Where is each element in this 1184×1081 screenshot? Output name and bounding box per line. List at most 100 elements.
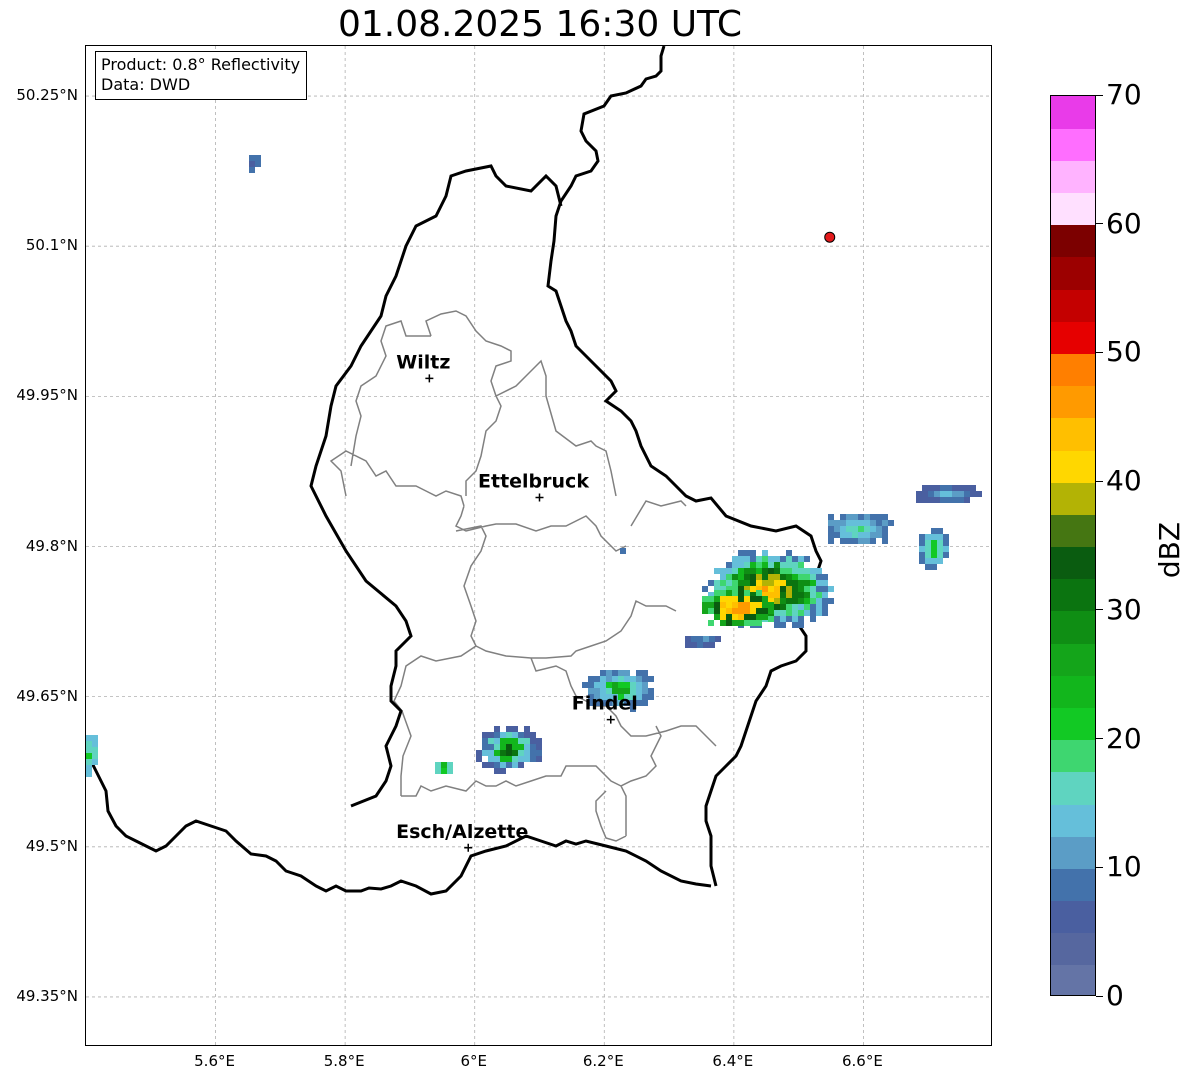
- reflectivity-cell: [494, 762, 500, 768]
- reflectivity-cell: [840, 532, 846, 538]
- reflectivity-cell: [642, 700, 648, 706]
- colorbar-segment: [1051, 803, 1095, 837]
- reflectivity-cell: [780, 610, 786, 616]
- reflectivity-cell: [928, 497, 934, 503]
- colorbar-tick-label: 20: [1106, 721, 1142, 755]
- reflectivity-cell: [768, 568, 774, 574]
- reflectivity-cell: [488, 762, 494, 768]
- gridlines: [86, 46, 991, 1045]
- reflectivity-cell: [762, 586, 768, 592]
- reflectivity-cell: [943, 546, 949, 552]
- reflectivity-cell: [925, 552, 931, 558]
- reflectivity-cell: [940, 497, 946, 503]
- reflectivity-cell: [846, 520, 852, 526]
- reflectivity-cell: [834, 526, 840, 532]
- reflectivity-cell: [774, 604, 780, 610]
- reflectivity-cell: [488, 756, 494, 762]
- reflectivity-cell: [798, 616, 804, 622]
- reflectivity-cell: [441, 768, 447, 774]
- city-cross-icon: [606, 715, 615, 724]
- reflectivity-cell: [786, 574, 792, 580]
- reflectivity-cell: [828, 520, 834, 526]
- reflectivity-cell: [870, 526, 876, 532]
- reflectivity-cell: [934, 497, 940, 503]
- reflectivity-cell: [810, 616, 816, 622]
- reflectivity-cell: [708, 596, 714, 602]
- reflectivity-cell: [768, 580, 774, 586]
- reflectivity-cell: [816, 586, 822, 592]
- reflectivity-cell: [786, 556, 792, 562]
- reflectivity-cell: [732, 580, 738, 586]
- reflectivity-cell: [536, 738, 542, 744]
- reflectivity-cell: [762, 568, 768, 574]
- reflectivity-cell: [512, 732, 518, 738]
- colorbar: [1050, 95, 1096, 996]
- reflectivity-cell: [494, 738, 500, 744]
- reflectivity-cell: [931, 528, 937, 534]
- reflectivity-cell: [864, 520, 870, 526]
- reflectivity-cell: [792, 556, 798, 562]
- reflectivity-cell: [726, 590, 732, 596]
- reflectivity-cell: [606, 676, 612, 682]
- reflectivity-cell: [512, 756, 518, 762]
- reflectivity-cell: [518, 756, 524, 762]
- reflectivity-cell: [786, 580, 792, 586]
- reflectivity-cell: [756, 580, 762, 586]
- reflectivity-cell: [964, 497, 970, 503]
- reflectivity-cell: [255, 155, 261, 161]
- reflectivity-cell: [864, 538, 870, 544]
- colorbar-segment: [1051, 449, 1095, 483]
- reflectivity-cell: [494, 732, 500, 738]
- reflectivity-cell: [864, 514, 870, 520]
- reflectivity-cell: [798, 568, 804, 574]
- reflectivity-cell: [846, 526, 852, 532]
- lon-tick-label: 5.6°E: [194, 1052, 235, 1070]
- reflectivity-cell: [816, 598, 822, 604]
- reflectivity-cell: [606, 682, 612, 688]
- reflectivity-cell: [738, 614, 744, 620]
- reflectivity-cell: [952, 497, 958, 503]
- reflectivity-cell: [720, 608, 726, 614]
- colorbar-segment: [1051, 610, 1095, 644]
- reflectivity-cell: [828, 514, 834, 520]
- reflectivity-cell: [970, 485, 976, 491]
- reflectivity-cell: [612, 676, 618, 682]
- reflectivity-cell: [709, 642, 715, 648]
- reflectivity-cell: [86, 735, 92, 741]
- reflectivity-cell: [744, 550, 750, 556]
- reflectivity-cell: [876, 532, 882, 538]
- lat-tick-label: 49.5°N: [25, 836, 78, 855]
- colorbar-segment: [1051, 224, 1095, 258]
- reflectivity-cell: [726, 602, 732, 608]
- reflectivity-cell: [858, 520, 864, 526]
- reflectivity-cell: [738, 550, 744, 556]
- reflectivity-cell: [937, 540, 943, 546]
- reflectivity-cell: [86, 747, 92, 753]
- reflectivity-cell: [780, 562, 786, 568]
- reflectivity-cell: [744, 580, 750, 586]
- reflectivity-cell: [762, 596, 768, 602]
- reflectivity-cell: [506, 762, 512, 768]
- reflectivity-cell: [762, 556, 768, 562]
- reflectivity-cell: [804, 604, 810, 610]
- reflectivity-cell: [822, 574, 828, 580]
- reflectivity-cell: [506, 726, 512, 732]
- reflectivity-cell: [630, 676, 636, 682]
- reflectivity-cell: [858, 538, 864, 544]
- city-label: Esch/Alzette: [396, 821, 528, 843]
- reflectivity-cell: [774, 592, 780, 598]
- reflectivity-cell: [786, 616, 792, 622]
- reflectivity-cell: [768, 602, 774, 608]
- reflectivity-cell: [518, 762, 524, 768]
- reflectivity-cell: [786, 598, 792, 604]
- reflectivity-cell: [934, 491, 940, 497]
- reflectivity-cell: [876, 520, 882, 526]
- reflectivity-cell: [864, 526, 870, 532]
- reflectivity-cell: [762, 602, 768, 608]
- reflectivity-cell: [500, 744, 506, 750]
- radar-map[interactable]: Wiltz Ettelbruck Findel Esch/Alzette: [85, 45, 992, 1046]
- colorbar-segment: [1051, 932, 1095, 966]
- reflectivity-cell: [756, 556, 762, 562]
- reflectivity-cell: [494, 744, 500, 750]
- reflectivity-cell: [702, 608, 708, 614]
